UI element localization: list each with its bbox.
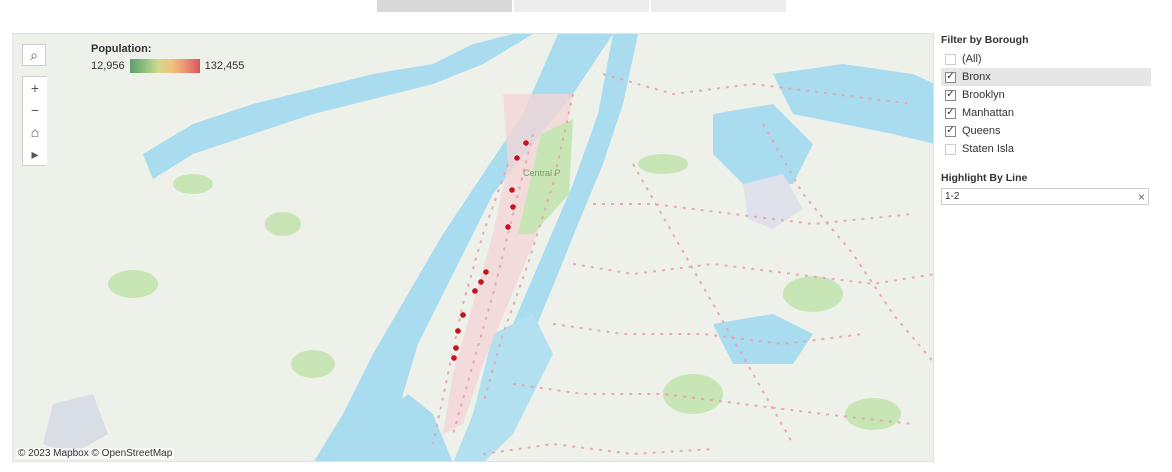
filter-option-brooklyn[interactable]: ✓ Brooklyn — [941, 86, 1151, 104]
map-attribution[interactable]: © 2023 Mapbox © OpenStreetMap — [16, 448, 175, 459]
map-controls: ⌕ + − ⌂ ▸ — [22, 44, 47, 166]
map-view[interactable]: Central P ⌕ + − ⌂ ▸ Population: 12,956 1… — [12, 33, 934, 462]
checkbox[interactable]: ✓ — [945, 89, 956, 101]
checkbox[interactable]: ✓ — [945, 125, 956, 137]
legend-title: Population: — [91, 43, 152, 55]
highlight-value: 1-2 — [945, 191, 960, 202]
filter-option-all[interactable]: (All) — [941, 50, 1151, 68]
option-label: Bronx — [962, 71, 991, 83]
map-label-central-park: Central P — [523, 168, 561, 178]
zoom-controls: + − ⌂ ▸ — [22, 76, 47, 166]
highlight-title: Highlight By Line — [941, 172, 1028, 184]
legend-min: 12,956 — [91, 60, 125, 72]
checkbox[interactable]: ✓ — [945, 71, 956, 83]
option-label: (All) — [962, 53, 982, 65]
search-icon[interactable]: ⌕ — [22, 44, 46, 66]
clear-icon[interactable]: × — [1138, 190, 1145, 204]
tab-2[interactable] — [514, 0, 649, 12]
filter-title: Filter by Borough — [941, 34, 1029, 46]
option-label: Staten Isla — [962, 143, 1014, 155]
checkbox[interactable]: ✓ — [945, 107, 956, 119]
population-legend: Population: 12,956 132,455 — [91, 43, 244, 73]
map-canvas: Central P — [13, 34, 933, 461]
home-icon[interactable]: ⌂ — [23, 121, 47, 143]
option-label: Brooklyn — [962, 89, 1005, 101]
filter-panel: Filter by Borough (All) ✓ Bronx ✓ Brookl… — [941, 34, 1151, 205]
filter-option-bronx[interactable]: ✓ Bronx — [941, 68, 1151, 86]
legend-max: 132,455 — [204, 60, 245, 72]
filter-option-manhattan[interactable]: ✓ Manhattan — [941, 104, 1151, 122]
filter-option-staten-island[interactable]: Staten Isla — [941, 140, 1151, 158]
zoom-in-icon[interactable]: + — [23, 77, 47, 99]
option-label: Queens — [962, 125, 1001, 137]
tab-1[interactable] — [377, 0, 512, 12]
tab-3[interactable] — [651, 0, 786, 12]
checkbox[interactable] — [945, 53, 956, 65]
legend-color-ramp — [129, 59, 200, 73]
zoom-out-icon[interactable]: − — [23, 99, 47, 121]
filter-option-queens[interactable]: ✓ Queens — [941, 122, 1151, 140]
play-icon[interactable]: ▸ — [23, 143, 47, 165]
option-label: Manhattan — [962, 107, 1014, 119]
tab-bar — [377, 0, 786, 12]
highlight-input[interactable]: 1-2 × — [941, 188, 1149, 205]
checkbox[interactable] — [945, 143, 956, 155]
